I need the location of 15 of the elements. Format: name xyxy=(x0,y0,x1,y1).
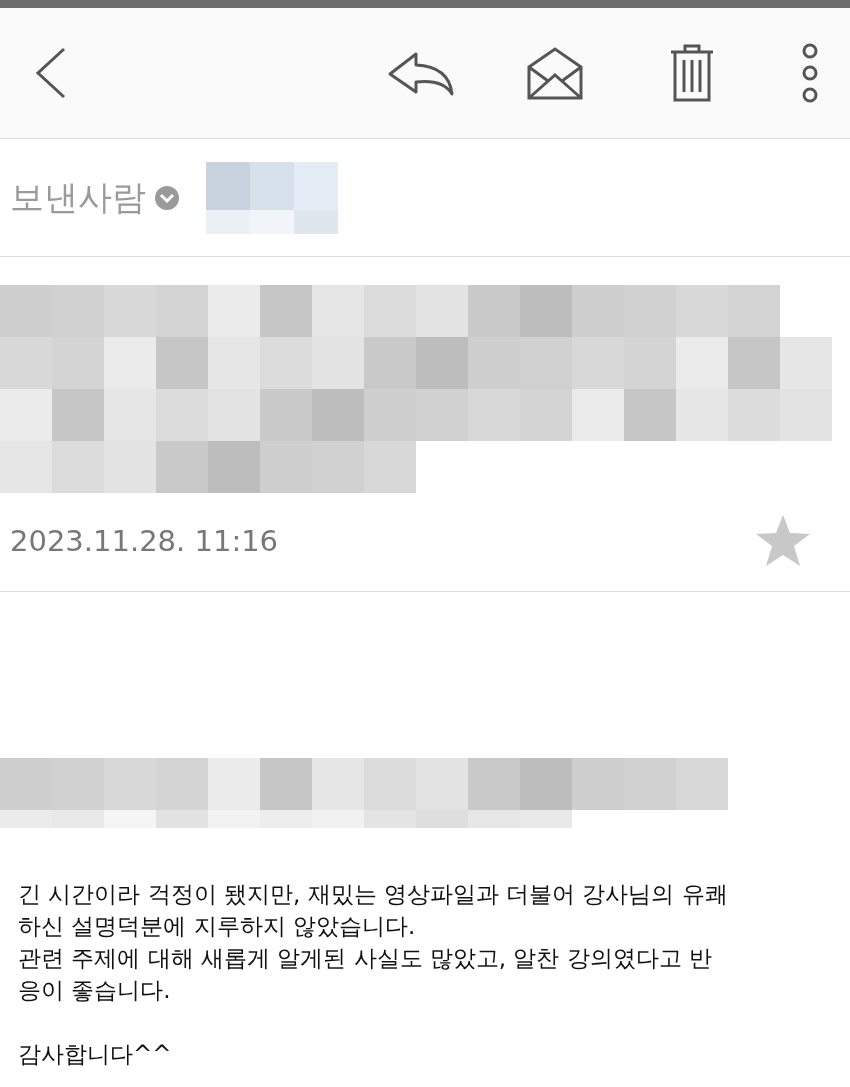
chevron-down-icon[interactable] xyxy=(154,184,180,211)
more-button[interactable] xyxy=(800,43,820,103)
more-icon xyxy=(800,43,820,103)
delete-button[interactable] xyxy=(669,44,715,102)
trash-icon xyxy=(669,44,715,102)
mark-unread-button[interactable] xyxy=(526,45,584,101)
body-text: 관련 주제에 대해 새롭게 알게된 사실도 많았고, 알찬 강의였다고 반 xyxy=(18,944,714,973)
body-text: 응이 좋습니다. xyxy=(18,976,172,1005)
date-text: 2023.11.28. 11:16 xyxy=(10,524,279,558)
star-icon[interactable] xyxy=(754,513,812,569)
body-text: 감사합니다^^ xyxy=(18,1040,173,1069)
open-envelope-icon xyxy=(526,45,584,101)
body-text: 하신 설명덕분에 지루하지 않았습니다. xyxy=(18,912,417,941)
sender-label: 보낸사람 xyxy=(10,175,146,219)
body-text: 긴 시간이라 걱정이 됐지만, 재밌는 영상파일과 더불어 강사님의 유쾌 xyxy=(18,880,729,909)
